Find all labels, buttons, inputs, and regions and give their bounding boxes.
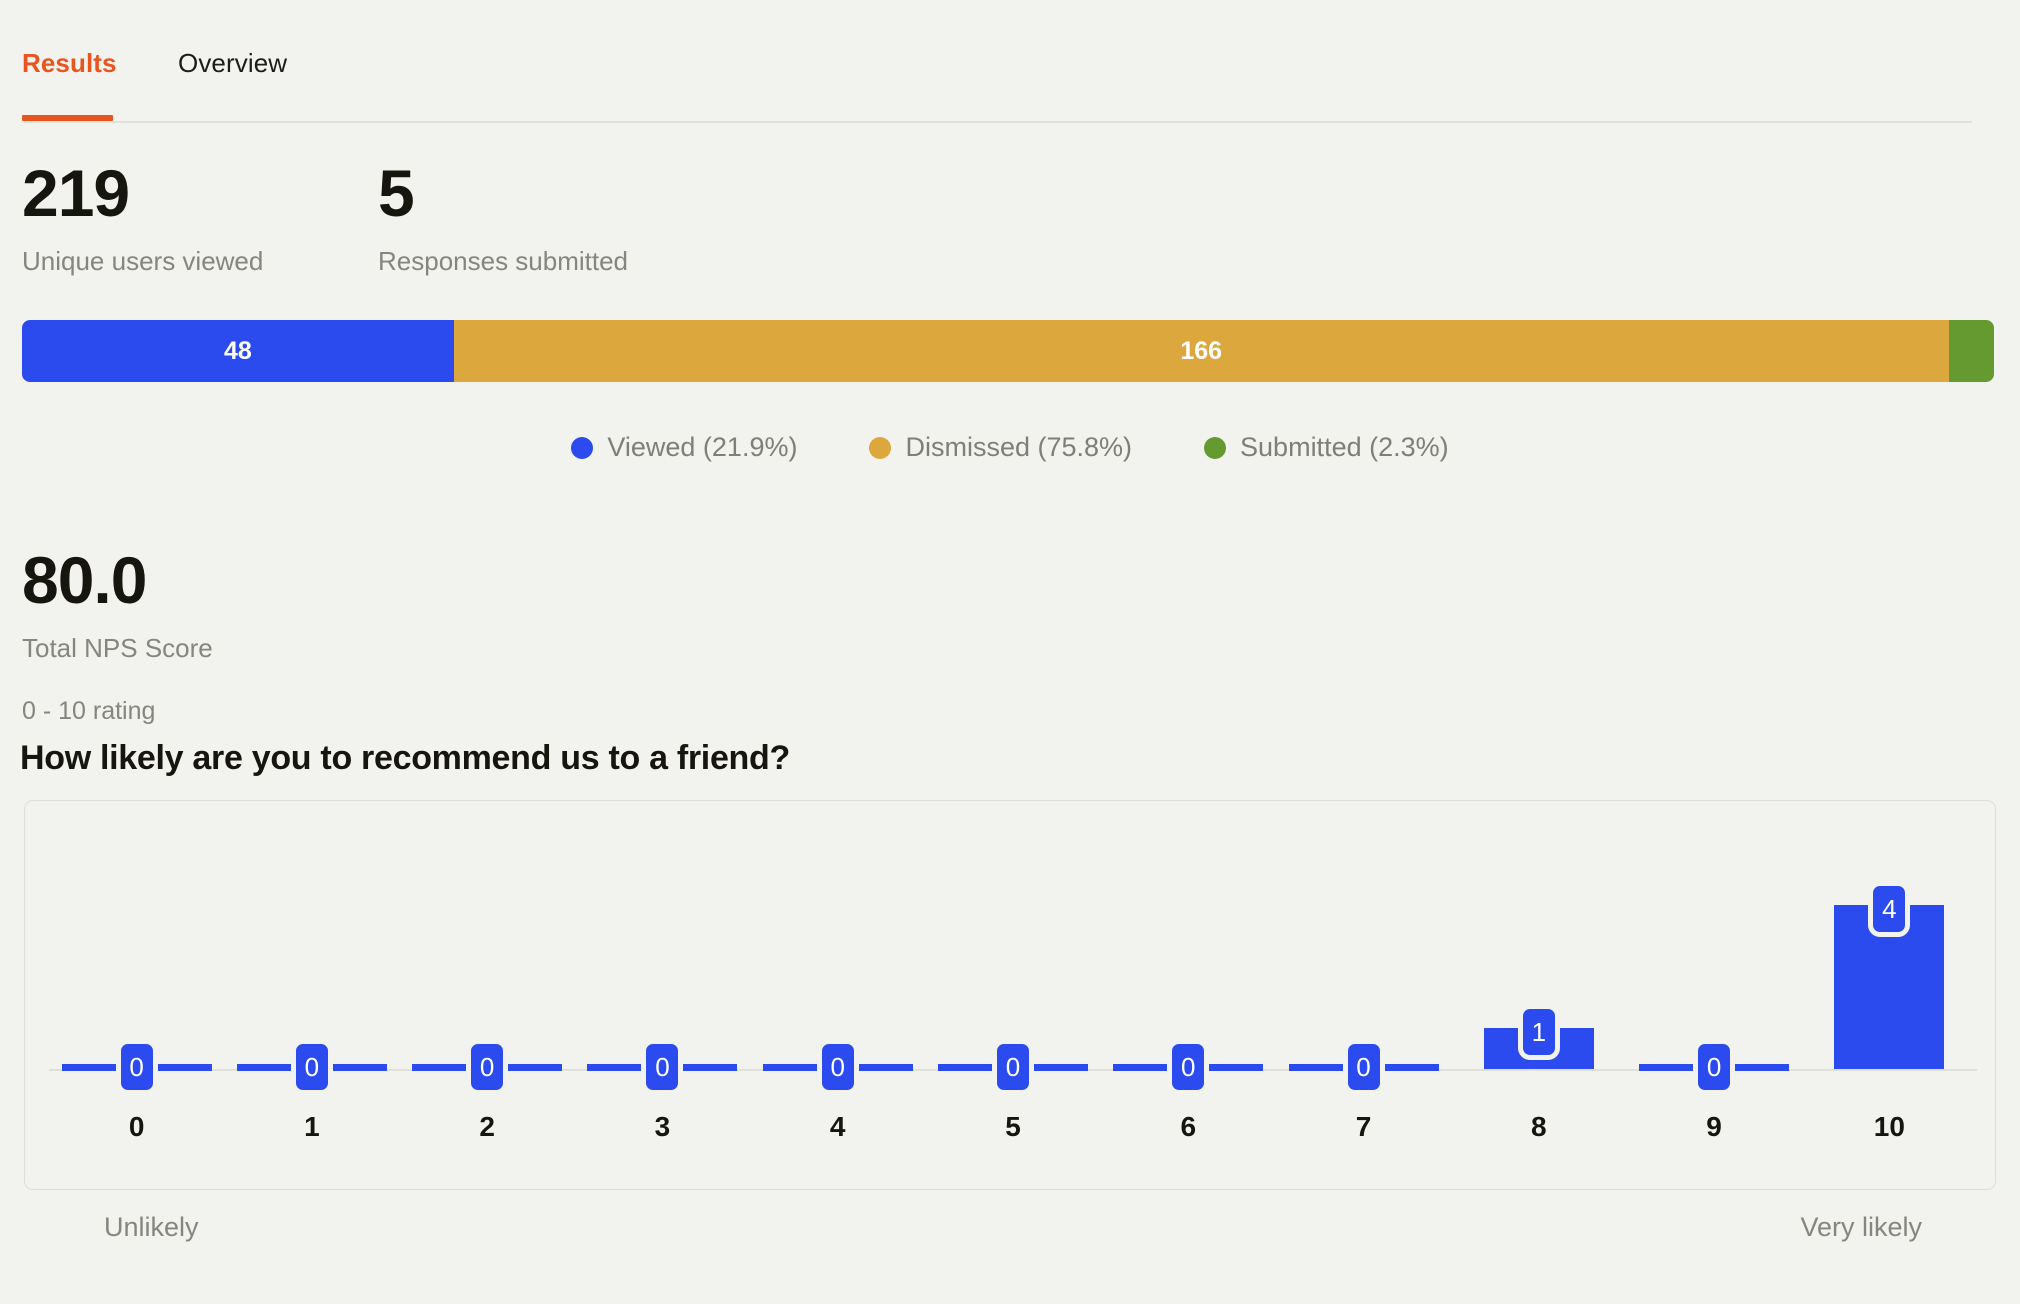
chart-column-9: 09 <box>1626 801 1801 1191</box>
chart-column-0: 00 <box>49 801 224 1191</box>
legend-item-0[interactable]: Viewed (21.9%) <box>571 432 797 463</box>
chart-tick-label-2: 2 <box>479 1111 495 1142</box>
chart-value-badge-2[interactable]: 0 <box>466 1039 509 1095</box>
chart-column-1: 01 <box>224 801 399 1191</box>
legend-dot-icon <box>869 436 892 459</box>
chart-column-7: 07 <box>1276 801 1451 1191</box>
chart-column-5: 05 <box>925 801 1100 1191</box>
chart-value-badge-3[interactable]: 0 <box>641 1039 684 1095</box>
chart-tick-label-8: 8 <box>1531 1111 1547 1142</box>
stat-responses-submitted: 5 Responses submitted <box>378 160 628 277</box>
funnel-segment-dismissed[interactable]: 166 <box>453 320 1949 382</box>
chart-tick-label-1: 1 <box>304 1111 320 1142</box>
chart-value-badge-6[interactable]: 0 <box>1167 1039 1210 1095</box>
chart-column-8: 18 <box>1451 801 1626 1191</box>
chart-column-3: 03 <box>575 801 750 1191</box>
chart-tick-label-5: 5 <box>1005 1111 1021 1142</box>
stat-value: 5 <box>378 156 415 230</box>
legend-label: Viewed (21.9%) <box>607 432 798 462</box>
legend-dot-icon <box>571 436 594 459</box>
chart-tick-label-0: 0 <box>128 1111 145 1142</box>
chart-value-badge-10[interactable]: 4 <box>1868 881 1911 937</box>
chart-tick-label-7: 7 <box>1355 1111 1372 1142</box>
legend-dot-icon <box>1204 436 1227 459</box>
chart-column-2: 02 <box>400 801 575 1191</box>
stat-label: Responses submitted <box>378 246 629 276</box>
chart-column-6: 06 <box>1101 801 1276 1191</box>
chart-value-badge-7[interactable]: 0 <box>1342 1039 1385 1095</box>
tab-results[interactable]: Results <box>22 48 117 79</box>
question-title: How likely are you to recommend us to a … <box>20 739 790 777</box>
funnel-segment-viewed[interactable]: 48 <box>22 320 454 382</box>
chart-tick-label-9: 9 <box>1706 1111 1722 1142</box>
tab-bar: Results Overview <box>0 0 2020 123</box>
legend-item-2[interactable]: Submitted (2.3%) <box>1204 432 1449 463</box>
chart-tick-label-6: 6 <box>1180 1111 1197 1142</box>
chart-value-badge-4[interactable]: 0 <box>816 1039 859 1095</box>
chart-tick-label-3: 3 <box>654 1111 671 1142</box>
funnel-segment-submitted[interactable] <box>1948 320 1994 382</box>
stat-label: Unique users viewed <box>22 246 264 276</box>
scale-label-high: Very likely <box>1800 1212 1922 1242</box>
chart-value-badge-1[interactable]: 0 <box>290 1039 333 1095</box>
chart-tick-label-4: 4 <box>829 1111 846 1142</box>
chart-value-badge-5[interactable]: 0 <box>991 1039 1034 1095</box>
nps-score-label: Total NPS Score <box>22 633 213 663</box>
nps-score-block: 80.0 Total NPS Score <box>22 547 213 664</box>
chart-value-badge-0[interactable]: 0 <box>115 1039 158 1095</box>
chart-column-10: 4 10 <box>1802 801 1977 1191</box>
nps-distribution-chart: 0 0 0 1 0 2 0 3 0 4 0 5 0 6 0 7 1 8 0 9 4 10 <box>24 800 1996 1190</box>
nps-score-value: 80.0 <box>22 543 147 617</box>
chart-tick-label-10: 10 <box>1873 1111 1905 1142</box>
legend-label: Dismissed (75.8%) <box>905 432 1133 462</box>
chart-column-4: 04 <box>750 801 925 1191</box>
stat-unique-users-viewed: 219 Unique users viewed <box>22 160 263 277</box>
funnel-legend: Viewed (21.9%) Dismissed (75.8%) Submitted… <box>0 432 2020 463</box>
legend-item-1[interactable]: Dismissed (75.8%) <box>869 432 1132 463</box>
tab-bar-divider <box>24 121 1972 123</box>
funnel-stacked-bar: 48 166 <box>22 320 1994 382</box>
question-subtitle: 0 - 10 rating <box>22 697 156 725</box>
legend-label: Submitted (2.3%) <box>1240 432 1449 462</box>
stat-value: 219 <box>22 156 130 230</box>
scale-label-low: Unlikely <box>104 1212 199 1242</box>
chart-plot-area: 0 0 0 1 0 2 0 3 0 4 0 5 0 6 0 7 1 8 0 9 4 10 <box>25 801 1997 1191</box>
chart-value-badge-9[interactable]: 0 <box>1693 1039 1736 1095</box>
chart-value-badge-8[interactable]: 1 <box>1517 1004 1560 1060</box>
tab-overview[interactable]: Overview <box>178 48 287 79</box>
